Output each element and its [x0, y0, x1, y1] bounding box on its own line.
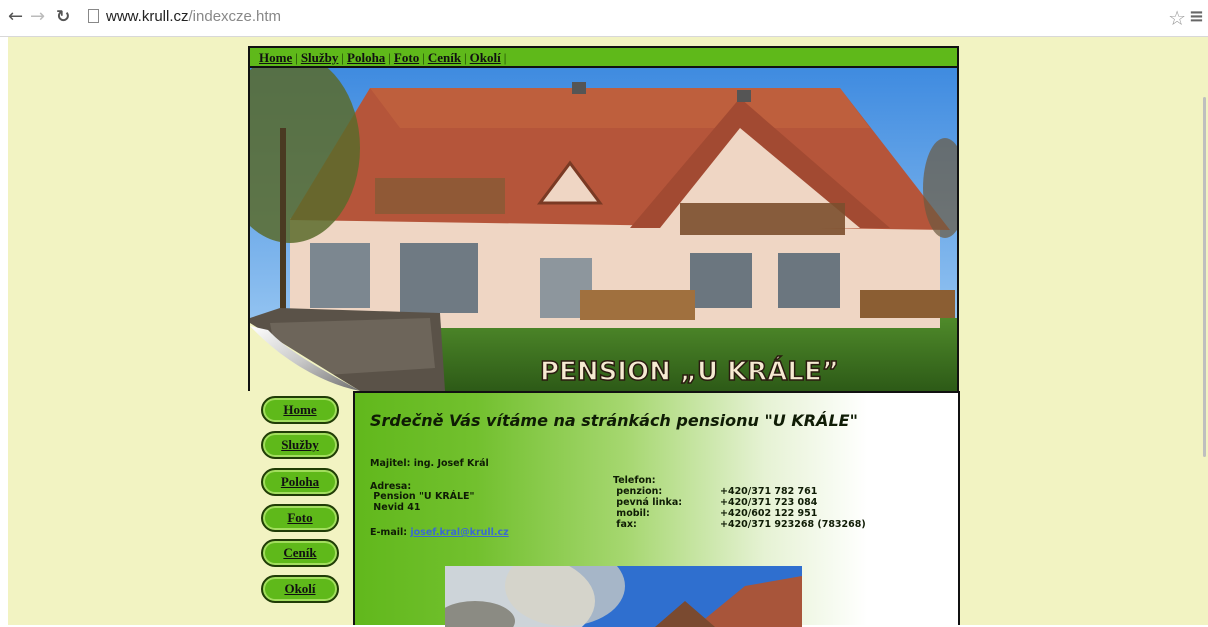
- welcome-heading: Srdečně Vás vítáme na stránkách pensionu…: [370, 411, 858, 430]
- scrollbar-track[interactable]: [1200, 37, 1208, 625]
- topnav-home[interactable]: Home: [259, 50, 292, 65]
- scrollbar-thumb[interactable]: [1203, 97, 1206, 457]
- phone-label-landline: pevná linka:: [613, 497, 683, 508]
- nav-separator: |: [422, 50, 425, 65]
- side-link-foto[interactable]: Foto: [287, 510, 312, 525]
- nav-separator: |: [503, 50, 507, 65]
- url-host: www.krull.cz: [106, 8, 189, 25]
- owner-text: Majitel: ing. Josef Král: [370, 458, 489, 469]
- phone-label-mobile: mobil:: [613, 508, 650, 519]
- phone-label-fax: fax:: [613, 519, 637, 530]
- address-line-1: Pension "U KRÁLE": [370, 491, 475, 502]
- page-icon: [88, 9, 99, 23]
- side-link-home[interactable]: Home: [283, 402, 316, 417]
- side-button-foto[interactable]: Foto: [261, 504, 339, 532]
- nav-separator: |: [464, 50, 467, 65]
- topnav-okoli[interactable]: Okolí: [470, 50, 501, 65]
- phone-number-landline: +420/371 723 084: [720, 497, 818, 508]
- email-row: E-mail: josef.kral@krull.cz: [370, 528, 509, 538]
- topnav-sluzby[interactable]: Služby: [301, 50, 339, 65]
- side-link-okoli[interactable]: Okolí: [284, 581, 315, 596]
- forward-arrow-icon[interactable]: →: [30, 8, 45, 26]
- url-path: /indexcze.htm: [188, 8, 282, 25]
- phone-number-mobile: +420/602 122 951: [720, 508, 818, 519]
- side-button-home[interactable]: Home: [261, 396, 339, 424]
- phone-label-penzion: penzion:: [613, 486, 663, 497]
- nav-separator: |: [341, 50, 345, 65]
- side-button-okoli[interactable]: Okolí: [261, 575, 339, 603]
- topnav-cenik[interactable]: Ceník: [428, 50, 461, 65]
- side-button-cenik[interactable]: Ceník: [261, 539, 339, 567]
- email-label: E-mail:: [370, 527, 411, 538]
- phone-number-fax: +420/371 923268 (783268): [720, 519, 866, 530]
- browser-toolbar: ← → ↻ www.krull.cz/indexcze.htm ☆ ≡: [0, 0, 1208, 37]
- nav-separator: |: [295, 50, 298, 65]
- address-line-2: Nevid 41: [370, 502, 421, 513]
- topnav-foto[interactable]: Foto: [394, 50, 419, 65]
- side-button-poloha[interactable]: Poloha: [261, 468, 339, 496]
- side-link-cenik[interactable]: Ceník: [283, 545, 316, 560]
- phone-label: Telefon:: [613, 475, 656, 486]
- menu-icon[interactable]: ≡: [1189, 6, 1204, 27]
- banner-title: PENSION „U KRÁLE”: [540, 355, 839, 387]
- topnav-poloha[interactable]: Poloha: [347, 50, 385, 65]
- nav-separator: |: [388, 50, 391, 65]
- back-arrow-icon[interactable]: ←: [8, 8, 23, 26]
- pension-photo: [445, 566, 802, 627]
- top-navigation: Home | Služby | Poloha | Foto | Ceník | Okolí |: [248, 46, 959, 68]
- bookmark-star-icon[interactable]: ☆: [1168, 6, 1186, 30]
- side-link-poloha[interactable]: Poloha: [281, 474, 319, 489]
- content-panel: Srdečně Vás vítáme na stránkách pensionu…: [353, 391, 960, 627]
- address-bar[interactable]: www.krull.cz/indexcze.htm: [106, 8, 281, 25]
- banner-photo: PENSION „U KRÁLE”: [248, 68, 959, 391]
- side-link-sluzby[interactable]: Služby: [281, 437, 319, 452]
- reload-icon[interactable]: ↻: [56, 8, 70, 26]
- side-button-sluzby[interactable]: Služby: [261, 431, 339, 459]
- email-link[interactable]: josef.kral@krull.cz: [410, 527, 508, 538]
- phone-number-penzion: +420/371 782 761: [720, 486, 818, 497]
